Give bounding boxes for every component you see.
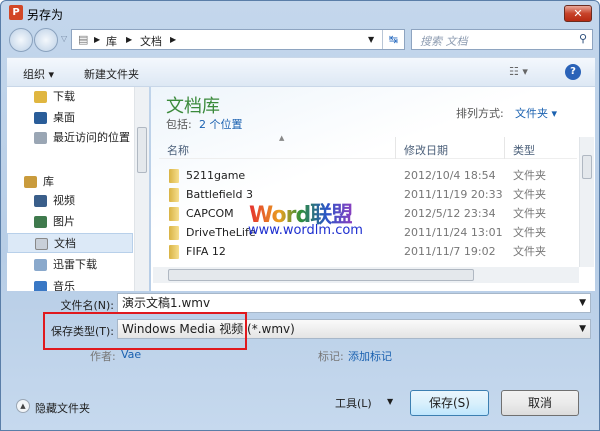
tools-menu[interactable]: 工具(L): [335, 395, 372, 411]
tools-dropdown-icon[interactable]: ▼: [387, 397, 393, 406]
library-title: 文档库: [166, 96, 220, 117]
hide-folders-button[interactable]: 隐藏文件夹: [35, 400, 90, 416]
music-icon: [34, 281, 47, 291]
chevron-right-icon[interactable]: ▶: [126, 35, 132, 44]
folder-icon: [169, 169, 179, 183]
save-as-dialog: P 另存为 ✕ ▽ ▤ ▶ 库 ▶ 文档 ▶ ▼ ↹ 搜索 文档 ⚲ 组织 ▾ …: [0, 0, 600, 431]
window-title: 另存为: [27, 8, 64, 22]
help-icon[interactable]: ?: [565, 64, 581, 80]
sidebar-item-pictures[interactable]: 图片: [7, 212, 133, 232]
column-date[interactable]: 修改日期: [404, 142, 448, 158]
history-dropdown-icon[interactable]: ▽: [61, 34, 67, 43]
address-bar[interactable]: ▤ ▶ 库 ▶ 文档 ▶ ▼ ↹: [71, 29, 405, 50]
view-options-icon[interactable]: ☷ ▾: [509, 65, 528, 78]
sort-ascending-icon: ▲: [279, 134, 285, 142]
folder-icon: [169, 207, 179, 221]
pictures-icon: [34, 216, 47, 228]
watermark-url: www.wordlm.com: [248, 223, 363, 238]
save-button[interactable]: 保存(S): [410, 390, 489, 416]
documents-icon: [35, 238, 48, 250]
folder-icon: [169, 188, 179, 202]
author-value[interactable]: Vae: [121, 348, 141, 361]
sidebar-item-recent[interactable]: 最近访问的位置: [7, 128, 133, 148]
file-row[interactable]: CAPCOM 2012/5/12 23:34 文件夹: [167, 204, 587, 223]
arrange-by-label: 排列方式:: [456, 107, 504, 120]
highlight-box: [43, 312, 247, 350]
includes-locations-link[interactable]: 2 个位置: [199, 116, 243, 132]
document-icon: ▤: [78, 33, 89, 46]
sidebar-item-documents[interactable]: 文档: [7, 233, 133, 253]
folder-icon: [169, 226, 179, 240]
sidebar-item-xunlei[interactable]: 迅雷下载: [7, 255, 133, 275]
collapse-icon[interactable]: ▲: [16, 399, 30, 413]
filename-label: 文件名(N):: [60, 299, 114, 312]
add-tags-link[interactable]: 添加标记: [348, 348, 392, 364]
column-headers: 名称 ▲ 修改日期 类型: [159, 134, 577, 159]
file-row[interactable]: FIFA 12 2011/11/7 19:02 文件夹: [167, 242, 587, 261]
forward-button[interactable]: [34, 28, 58, 52]
file-list-horizontal-scrollbar[interactable]: [153, 267, 579, 283]
new-folder-button[interactable]: 新建文件夹: [84, 66, 139, 82]
filename-input[interactable]: 演示文稿1.wmv ▼: [117, 293, 591, 313]
scrollbar-thumb[interactable]: [582, 155, 592, 179]
navigation-pane: 下载 桌面 最近访问的位置 库 视频 图片 文档 迅雷下载 音乐: [7, 87, 149, 291]
search-input[interactable]: 搜索 文档 ⚲: [411, 29, 593, 50]
sidebar-item-downloads[interactable]: 下载: [7, 87, 133, 107]
refresh-icon[interactable]: ↹: [382, 30, 404, 49]
address-dropdown-icon[interactable]: ▼: [368, 35, 374, 44]
scrollbar-thumb[interactable]: [168, 269, 474, 281]
scrollbar-thumb[interactable]: [137, 127, 147, 173]
organize-menu[interactable]: 组织 ▾: [23, 66, 54, 82]
search-icon[interactable]: ⚲: [579, 32, 587, 45]
file-list-pane: 文档库 包括: 2 个位置 排列方式: 文件夹 ▾ 名称 ▲ 修改日期 类型 5…: [151, 87, 595, 291]
downloads-icon: [34, 91, 47, 103]
xunlei-icon: [34, 259, 47, 271]
column-type[interactable]: 类型: [513, 142, 535, 158]
sidebar-item-videos[interactable]: 视频: [7, 191, 133, 211]
videos-icon: [34, 195, 47, 207]
breadcrumb-library[interactable]: 库: [106, 33, 117, 49]
powerpoint-icon: P: [9, 5, 23, 20]
includes-label: 包括:: [166, 118, 192, 131]
file-row[interactable]: 5211game 2012/10/4 18:54 文件夹: [167, 166, 587, 185]
chevron-right-icon[interactable]: ▶: [94, 35, 100, 44]
folder-icon: [169, 245, 179, 259]
dropdown-arrow-icon[interactable]: ▼: [579, 294, 586, 312]
back-button[interactable]: [9, 28, 33, 52]
file-list-vertical-scrollbar[interactable]: [579, 137, 594, 267]
close-button[interactable]: ✕: [564, 5, 592, 22]
sidebar-item-music[interactable]: 音乐: [7, 277, 133, 291]
arrange-by-dropdown[interactable]: 文件夹 ▾: [515, 105, 557, 121]
column-name[interactable]: 名称: [167, 142, 189, 158]
chevron-right-icon[interactable]: ▶: [170, 35, 176, 44]
recent-places-icon: [34, 132, 47, 144]
cancel-button[interactable]: 取消: [501, 390, 579, 416]
desktop-icon: [34, 112, 47, 124]
sidebar-item-libraries[interactable]: 库: [7, 172, 133, 192]
file-row[interactable]: Battlefield 3 2011/11/19 20:33 文件夹: [167, 185, 587, 204]
dropdown-arrow-icon[interactable]: ▼: [579, 320, 586, 338]
library-icon: [24, 176, 37, 188]
breadcrumb-documents[interactable]: 文档: [140, 33, 162, 49]
file-row[interactable]: DriveTheLife 2011/11/24 13:01 文件夹: [167, 223, 587, 242]
toolbar: 组织 ▾ 新建文件夹 ☷ ▾ ?: [7, 57, 595, 87]
author-label: 作者:: [90, 350, 116, 363]
tags-label: 标记:: [318, 350, 344, 363]
sidebar-scrollbar[interactable]: [134, 87, 149, 291]
sidebar-item-desktop[interactable]: 桌面: [7, 108, 133, 128]
